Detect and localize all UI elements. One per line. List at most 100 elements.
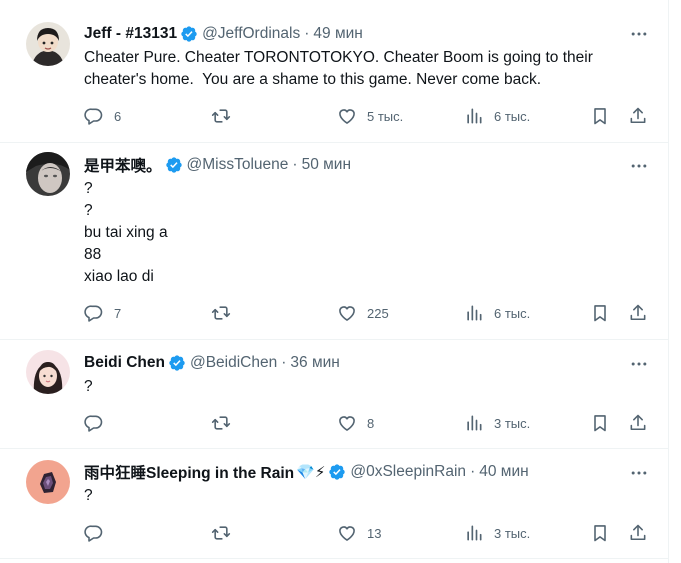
- reply-icon: [84, 106, 104, 126]
- views-button[interactable]: 6 тыс.: [464, 102, 530, 130]
- avatar[interactable]: [26, 350, 70, 394]
- text-line: xiao lao di: [84, 268, 154, 285]
- text-line: cheater's home. You are a shame to this …: [84, 71, 542, 88]
- more-icon[interactable]: [627, 463, 651, 483]
- post-sleepinrain[interactable]: 雨中狂睡Sleeping in the Rain 💎⚡ @0xSleepinRa…: [0, 449, 668, 559]
- like-button[interactable]: 13: [337, 519, 381, 547]
- reply-button[interactable]: [84, 519, 114, 547]
- views-icon: [464, 303, 484, 323]
- views-count: 6 тыс.: [494, 305, 531, 321]
- text-line: 88: [84, 246, 102, 263]
- post-text: ?: [84, 485, 93, 507]
- share-button[interactable]: [628, 409, 648, 437]
- share-button[interactable]: [628, 519, 648, 547]
- timestamp[interactable]: 50 мин: [302, 156, 351, 174]
- post-text: Cheater Pure. Cheater TORONTOTOKYO. Chea…: [84, 47, 593, 91]
- more-icon[interactable]: [627, 354, 651, 374]
- action-bar: 7 225 6 тыс.: [0, 299, 668, 327]
- views-icon: [464, 106, 484, 126]
- text-line: ?: [84, 180, 93, 197]
- post-header: 是甲苯噢。 @MissToluene · 50 мин: [84, 154, 351, 176]
- display-name[interactable]: 雨中狂睡Sleeping in the Rain: [84, 461, 294, 483]
- like-icon: [337, 523, 357, 543]
- avatar[interactable]: [26, 152, 70, 196]
- bookmark-button[interactable]: [590, 299, 610, 327]
- display-name[interactable]: Jeff - #13131: [84, 25, 177, 43]
- verified-badge-icon: [168, 354, 186, 372]
- user-handle[interactable]: @BeidiChen: [190, 354, 277, 372]
- repost-icon: [211, 303, 231, 323]
- views-count: 3 тыс.: [494, 525, 531, 541]
- text-line: ?: [84, 202, 93, 219]
- repost-icon: [211, 413, 231, 433]
- repost-button[interactable]: [211, 519, 231, 547]
- views-button[interactable]: 3 тыс.: [464, 409, 530, 437]
- separator-dot: ·: [292, 156, 298, 173]
- reply-icon: [84, 413, 104, 433]
- avatar[interactable]: [26, 460, 70, 504]
- share-icon: [628, 413, 648, 433]
- bookmark-icon: [590, 413, 610, 433]
- verified-badge-icon: [180, 25, 198, 43]
- repost-button[interactable]: [211, 299, 231, 327]
- user-handle[interactable]: @0xSleepinRain: [350, 463, 466, 481]
- timestamp[interactable]: 36 мин: [290, 354, 339, 372]
- name-emoji: 💎⚡: [296, 464, 326, 481]
- like-icon: [337, 303, 357, 323]
- repost-button[interactable]: [211, 102, 231, 130]
- text-line: ?: [84, 487, 93, 504]
- user-handle[interactable]: @JeffOrdinals: [202, 25, 300, 43]
- views-count: 3 тыс.: [494, 415, 531, 431]
- separator-dot: ·: [281, 354, 287, 371]
- timestamp[interactable]: 40 мин: [479, 463, 528, 481]
- repost-icon: [211, 523, 231, 543]
- bookmark-button[interactable]: [590, 409, 610, 437]
- post-misstoluene[interactable]: 是甲苯噢。 @MissToluene · 50 мин ? ? bu tai x…: [0, 143, 668, 340]
- reply-icon: [84, 303, 104, 323]
- verified-badge-icon: [328, 463, 346, 481]
- share-button[interactable]: [628, 299, 648, 327]
- like-button[interactable]: 5 тыс.: [337, 102, 403, 130]
- text-line: bu tai xing a: [84, 224, 168, 241]
- share-icon: [628, 106, 648, 126]
- bookmark-button[interactable]: [590, 102, 610, 130]
- post-header: Beidi Chen @BeidiChen · 36 мин: [84, 352, 340, 374]
- bookmark-icon: [590, 303, 610, 323]
- views-button[interactable]: 3 тыс.: [464, 519, 530, 547]
- views-button[interactable]: 6 тыс.: [464, 299, 530, 327]
- reply-button[interactable]: 7: [84, 299, 121, 327]
- like-button[interactable]: 225: [337, 299, 389, 327]
- repost-icon: [211, 106, 231, 126]
- reply-button[interactable]: [84, 409, 114, 437]
- bookmark-button[interactable]: [590, 519, 610, 547]
- text-line: Cheater Pure. Cheater TORONTOTOKYO. Chea…: [84, 49, 593, 66]
- views-icon: [464, 413, 484, 433]
- more-icon[interactable]: [627, 156, 651, 176]
- separator-dot: ·: [470, 463, 476, 480]
- display-name[interactable]: 是甲苯噢。: [84, 154, 162, 176]
- bookmark-icon: [590, 523, 610, 543]
- timestamp[interactable]: 49 мин: [313, 25, 362, 43]
- post-jeff[interactable]: Jeff - #13131 @JeffOrdinals · 49 мин Che…: [0, 0, 668, 143]
- like-icon: [337, 106, 357, 126]
- more-icon[interactable]: [627, 24, 651, 44]
- reply-count: 6: [114, 108, 122, 124]
- action-bar: 13 3 тыс.: [0, 519, 668, 547]
- views-count: 6 тыс.: [494, 108, 531, 124]
- reply-count: 7: [114, 305, 122, 321]
- views-icon: [464, 523, 484, 543]
- like-button[interactable]: 8: [337, 409, 374, 437]
- user-handle[interactable]: @MissToluene: [187, 156, 289, 174]
- share-button[interactable]: [628, 102, 648, 130]
- reply-feed: Jeff - #13131 @JeffOrdinals · 49 мин Che…: [0, 0, 669, 563]
- avatar[interactable]: [26, 22, 70, 66]
- like-count: 13: [367, 525, 382, 541]
- like-count: 8: [367, 415, 375, 431]
- repost-button[interactable]: [211, 409, 231, 437]
- post-beidichen[interactable]: Beidi Chen @BeidiChen · 36 мин ? 8 3 тыс…: [0, 340, 668, 449]
- display-name[interactable]: Beidi Chen: [84, 354, 165, 372]
- like-count: 5 тыс.: [367, 108, 404, 124]
- post-header: Jeff - #13131 @JeffOrdinals · 49 мин: [84, 23, 363, 45]
- like-icon: [337, 413, 357, 433]
- reply-button[interactable]: 6: [84, 102, 121, 130]
